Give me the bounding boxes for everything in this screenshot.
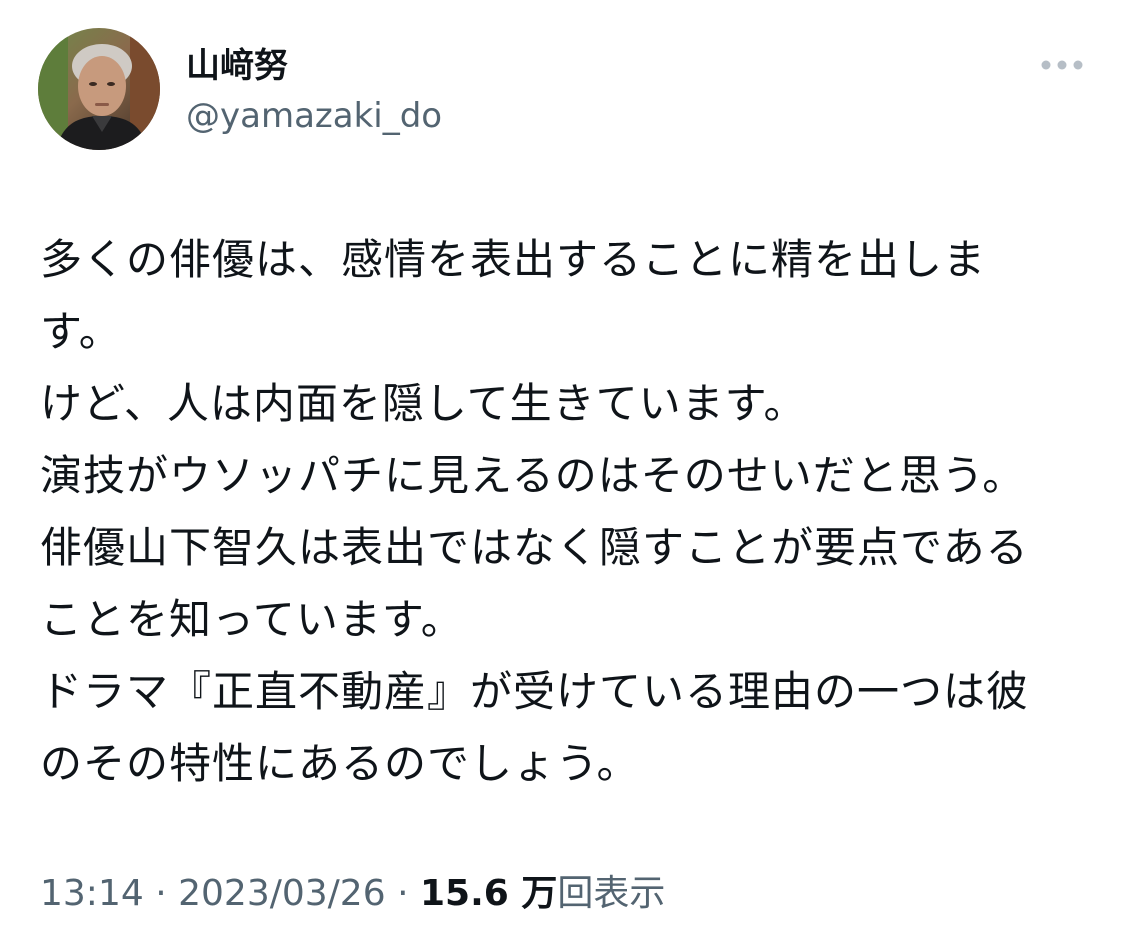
tweet-card: 山﨑努 @yamazaki_do 多くの俳優は、感情を表出することに精を出しま … (0, 0, 1125, 943)
tweet-text-line: ことを知っています。 (40, 595, 464, 644)
more-horizontal-icon (1041, 60, 1083, 70)
meta-separator: · (155, 873, 167, 914)
views-count[interactable]: 15.6 万 (420, 873, 557, 914)
avatar-photo (38, 28, 160, 150)
tweet-time[interactable]: 13:14 (40, 873, 144, 914)
tweet-date[interactable]: 2023/03/26 (178, 873, 386, 914)
more-options-button[interactable] (1036, 50, 1088, 80)
tweet-meta: 13:14 · 2023/03/26 · 15.6 万回表示 (40, 868, 665, 920)
author-handle[interactable]: @yamazaki_do (186, 94, 442, 138)
author-display-name[interactable]: 山﨑努 (186, 44, 288, 88)
tweet-text-line: す。 (40, 307, 122, 356)
avatar[interactable] (38, 28, 160, 150)
tweet-text-line: ドラマ『正直不動産』が受けている理由の一つは彼 (40, 667, 1030, 716)
tweet-text-line: 演技がウソッパチに見えるのはそのせいだと思う。 (40, 451, 1026, 500)
views-label[interactable]: 回表示 (557, 873, 665, 914)
tweet-text: 多くの俳優は、感情を表出することに精を出しま す。 けど、人は内面を隠して生きて… (40, 224, 1090, 800)
tweet-text-line: 多くの俳優は、感情を表出することに精を出しま (40, 235, 987, 284)
tweet-text-line: けど、人は内面を隠して生きています。 (40, 379, 807, 428)
meta-separator: · (397, 873, 409, 914)
tweet-text-line: 俳優山下智久は表出ではなく隠すことが要点である (40, 523, 1029, 572)
tweet-text-line: のその特性にあるのでしょう。 (40, 739, 640, 788)
